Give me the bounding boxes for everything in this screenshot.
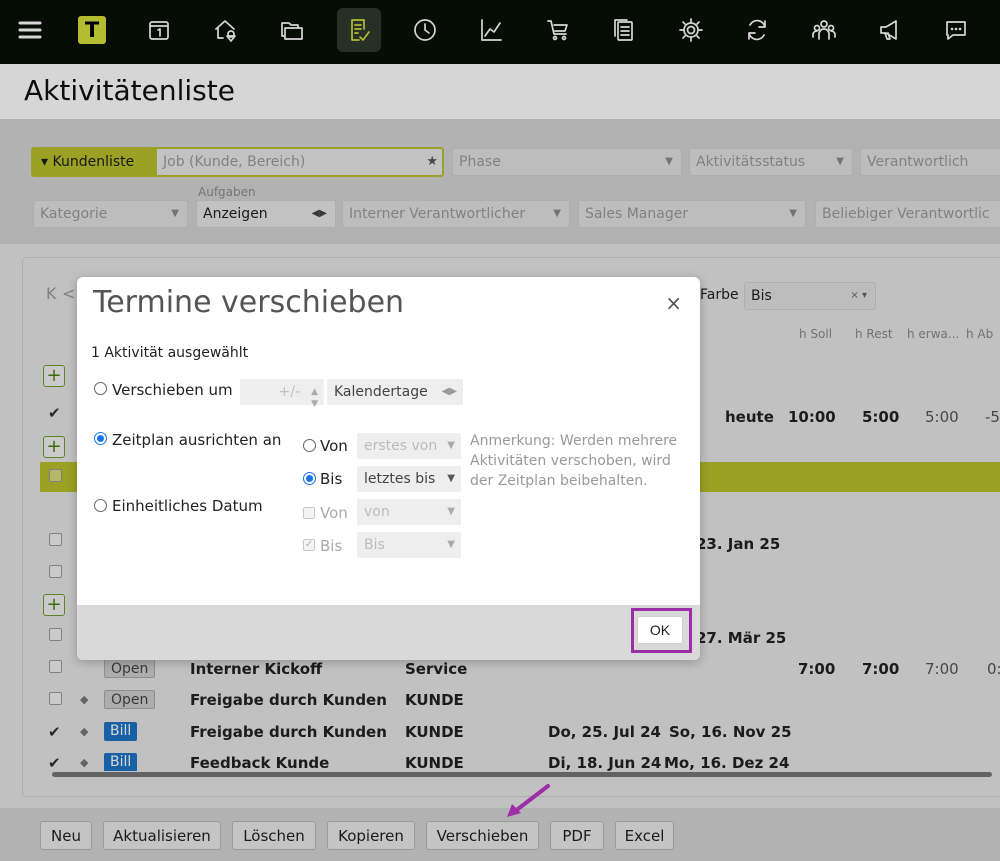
termine-verschieben-dialog: Termine verschieben × 1 Aktivität ausgew… bbox=[77, 277, 700, 660]
note-line: Aktivitäten verschoben, wird bbox=[470, 453, 671, 469]
von-select[interactable]: erstes von ▼ bbox=[357, 433, 461, 459]
von-value: erstes von bbox=[364, 438, 438, 454]
radio-shift[interactable] bbox=[94, 382, 107, 395]
uniform-von-label: Von bbox=[320, 504, 348, 522]
chevron-down-icon: ▼ bbox=[447, 440, 455, 451]
radio-uniform[interactable] bbox=[94, 499, 107, 512]
chevron-down-icon: ▼ bbox=[447, 539, 455, 550]
shift-placeholder: +/- bbox=[278, 384, 301, 400]
bis-select[interactable]: letztes bis ▼ bbox=[357, 466, 461, 492]
close-icon[interactable]: × bbox=[665, 291, 682, 315]
arrows-icon: ◀▶ bbox=[441, 386, 457, 397]
note-text: Anmerkung: Werden mehrere Aktivitäten ve… bbox=[470, 431, 677, 491]
radio-von[interactable] bbox=[303, 439, 316, 452]
option-uniform-label: Einheitliches Datum bbox=[112, 497, 263, 515]
chevron-down-icon: ▼ bbox=[447, 473, 455, 484]
option-shift-label: Verschieben um bbox=[112, 381, 233, 399]
uniform-von-value: von bbox=[364, 504, 390, 520]
uniform-bis-select[interactable]: Bis ▼ bbox=[357, 532, 461, 558]
highlight-box bbox=[631, 608, 692, 653]
uniform-bis-value: Bis bbox=[364, 537, 385, 553]
bis-value: letztes bis bbox=[364, 471, 436, 487]
selected-count: 1 Aktivität ausgewählt bbox=[91, 345, 249, 361]
uniform-von-checkbox[interactable] bbox=[303, 507, 315, 519]
radio-bis[interactable] bbox=[303, 472, 316, 485]
dialog-title: Termine verschieben bbox=[93, 285, 405, 320]
note-line: der Zeitplan beibehalten. bbox=[470, 473, 648, 489]
dialog-footer bbox=[77, 605, 700, 660]
option-align-label: Zeitplan ausrichten an bbox=[112, 431, 282, 449]
uniform-bis-checkbox[interactable]: ✓ bbox=[303, 539, 315, 551]
bis-label: Bis bbox=[320, 470, 343, 488]
uniform-bis-label: Bis bbox=[320, 537, 343, 555]
shift-unit-value: Kalendertage bbox=[334, 384, 428, 400]
pointer-arrow-icon bbox=[507, 784, 550, 817]
von-label: Von bbox=[320, 437, 348, 455]
radio-align[interactable] bbox=[94, 432, 107, 445]
uniform-von-select[interactable]: von ▼ bbox=[357, 499, 461, 525]
shift-amount-input[interactable]: +/- ▲ ▼ bbox=[240, 379, 324, 409]
chevron-down-icon: ▼ bbox=[447, 506, 455, 517]
shift-unit-select[interactable]: Kalendertage ◀▶ bbox=[327, 379, 463, 405]
stepper-icon[interactable]: ▲ ▼ bbox=[311, 386, 318, 410]
note-line: Anmerkung: Werden mehrere bbox=[470, 433, 678, 449]
